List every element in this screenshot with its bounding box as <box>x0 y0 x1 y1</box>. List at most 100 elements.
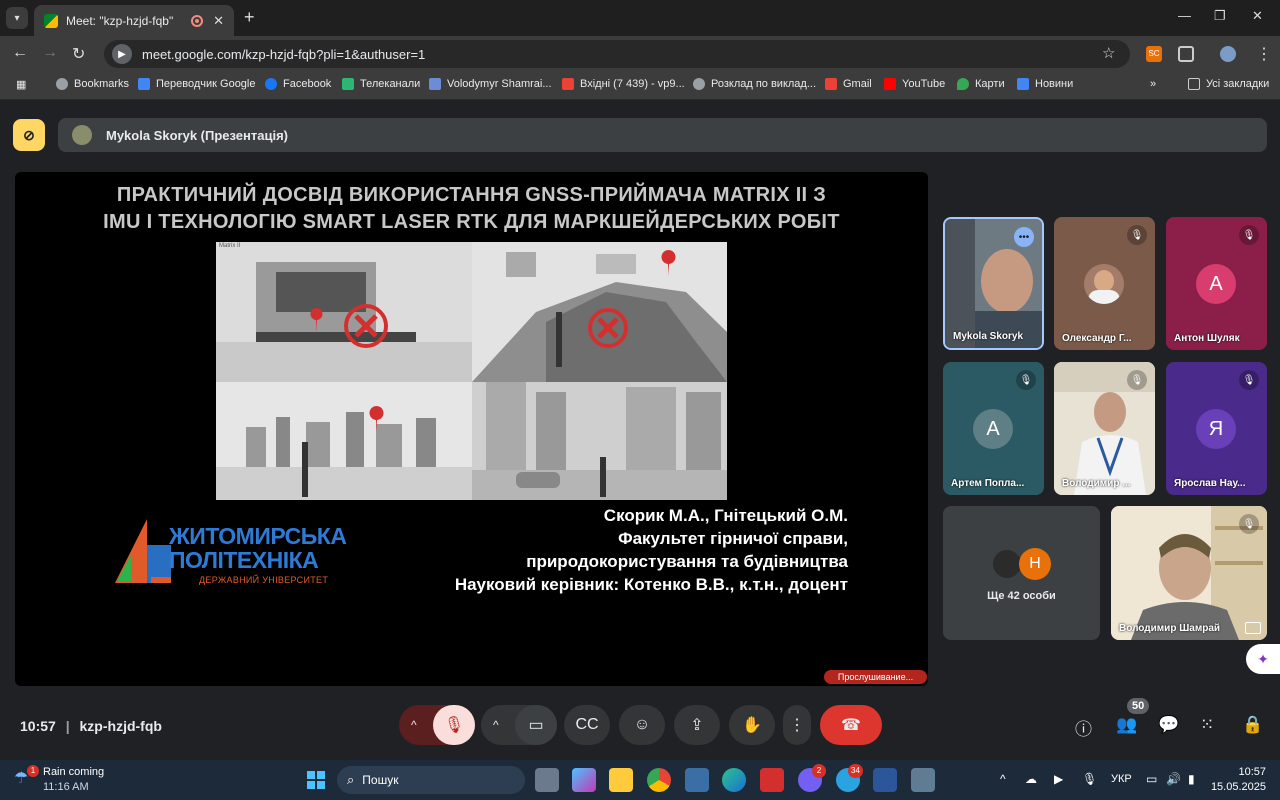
participant-tile[interactable]: 🎙 Володимир Шамрай <box>1111 506 1267 640</box>
participant-name: Володимир Шамрай <box>1119 623 1221 634</box>
activities-grid-icon[interactable]: ⁙ <box>1200 715 1214 735</box>
others-tile[interactable]: Н Ще 42 особи <box>943 506 1100 640</box>
store-icon[interactable] <box>685 768 709 792</box>
pip-icon[interactable] <box>1245 622 1261 634</box>
snipping-tool-icon[interactable] <box>911 768 935 792</box>
battery-icon[interactable]: ▮ <box>1188 772 1195 786</box>
camera-button[interactable]: ▭ <box>515 705 557 745</box>
back-button[interactable]: ← <box>12 44 28 62</box>
word-icon[interactable] <box>873 768 897 792</box>
tv-icon <box>342 78 354 90</box>
minimize-button[interactable]: — <box>1178 8 1191 23</box>
taskbar-date[interactable]: 15.05.2025 <box>1210 781 1266 793</box>
host-controls-lock-icon[interactable]: 🔒 <box>1242 715 1263 735</box>
taskbar-time[interactable]: 10:57 <box>1214 766 1266 778</box>
bookmark-item[interactable]: Вхідні (7 439) - vp9... <box>562 78 685 90</box>
windows-taskbar: ☂ 1 Rain coming 11:16 AM ⌕ Пошук 2 34 ^ … <box>0 760 1280 800</box>
participant-tile[interactable]: А 🎙 Артем Попла... <box>943 362 1044 495</box>
avatar: Я <box>1196 409 1236 449</box>
raise-hand-button[interactable]: ✋ <box>729 705 775 745</box>
bookmark-item[interactable]: Bookmarks <box>56 78 129 90</box>
taskbar-search[interactable]: ⌕ Пошук <box>337 766 525 794</box>
bookmark-item[interactable]: Facebook <box>265 78 331 90</box>
extensions-puzzle-icon[interactable] <box>1178 46 1194 62</box>
bookmark-item[interactable]: Переводчик Google <box>138 78 256 90</box>
profile-avatar[interactable] <box>1220 46 1236 62</box>
meet-tray-icon[interactable]: ▶ <box>1054 772 1063 786</box>
bookmark-item[interactable]: Телеканали <box>342 78 420 90</box>
all-bookmarks-item[interactable]: Усі закладки <box>1188 78 1269 90</box>
bookmark-item[interactable]: YouTube <box>884 78 945 90</box>
new-tab-button[interactable]: + <box>244 7 255 28</box>
mic-options-chevron-icon[interactable]: ^ <box>411 718 417 732</box>
presenter-bar: Mykola Skoryk (Презентація) <box>58 118 1267 152</box>
participant-tile[interactable]: Я 🎙 Ярослав Нау... <box>1166 362 1267 495</box>
tab-meet[interactable]: Meet: "kzp-hzjd-fqb" ✕ <box>34 5 234 36</box>
bookmark-item[interactable]: Новини <box>1017 78 1073 90</box>
volume-icon[interactable]: 🔊 <box>1166 772 1181 786</box>
slide-faculty-line2: природокористування та будівництва <box>526 552 848 571</box>
bookmark-item[interactable]: Volodymyr Shamrai... <box>429 78 552 90</box>
logo-line2: ПОЛІТЕХНІКА <box>169 547 319 573</box>
edge-icon[interactable] <box>722 768 746 792</box>
windows-start-icon[interactable] <box>304 768 328 792</box>
mic-off-icon: 🎙 <box>1127 370 1147 390</box>
search-icon: ⌕ <box>347 772 355 787</box>
copilot-icon[interactable] <box>572 768 596 792</box>
close-icon[interactable]: ✕ <box>213 13 224 29</box>
close-window-button[interactable]: ✕ <box>1252 8 1263 24</box>
bookmark-item[interactable]: Карти <box>957 78 1005 90</box>
task-view-icon[interactable] <box>535 768 559 792</box>
mic-off-button[interactable]: 🎙 <box>433 705 475 745</box>
more-bookmarks-chevron-icon[interactable]: » <box>1150 78 1156 90</box>
weather-badge: 1 <box>27 765 39 777</box>
network-icon[interactable]: ▭ <box>1146 772 1157 786</box>
address-bar[interactable]: ▶ meet.google.com/kzp-hzjd-fqb?pli=1&aut… <box>104 40 1130 68</box>
tab-title: Meet: "kzp-hzjd-fqb" <box>66 13 174 28</box>
meeting-code: kzp-hzjd-fqb <box>79 718 162 734</box>
forward-button[interactable]: → <box>42 44 58 62</box>
meet-favicon-icon <box>44 13 58 28</box>
bookmark-item[interactable]: Gmail <box>825 78 872 90</box>
present-button[interactable]: ⇪ <box>674 705 720 745</box>
participant-tile[interactable]: 🎙 Володимир ... <box>1054 362 1155 495</box>
tray-chevron-icon[interactable]: ^ <box>1000 772 1006 786</box>
listening-badge: Прослушивание... <box>824 670 927 684</box>
more-options-icon[interactable]: ••• <box>1014 227 1034 247</box>
participant-tile[interactable]: А 🎙 Антон Шуляк <box>1166 217 1267 350</box>
slide-authors: Скорик М.А., Гнітецький О.М. <box>603 506 848 525</box>
onedrive-icon[interactable]: ☁ <box>1025 772 1037 786</box>
presentation-off-icon[interactable]: ⊘ <box>13 119 45 151</box>
reload-button[interactable]: ↻ <box>72 44 85 64</box>
tab-search-button[interactable]: ▾ <box>6 7 28 29</box>
gemini-side-icon[interactable]: ✦ <box>1246 644 1280 674</box>
participant-tile[interactable]: 🎙 Олександр Г... <box>1054 217 1155 350</box>
chrome-icon[interactable] <box>647 768 671 792</box>
acrobat-icon[interactable] <box>760 768 784 792</box>
reactions-button[interactable]: ☺ <box>619 705 665 745</box>
meeting-details-icon[interactable]: ⓘ <box>1075 715 1092 740</box>
captions-button[interactable]: CC <box>564 705 610 745</box>
bookmark-star-icon[interactable]: ☆ <box>1102 44 1115 62</box>
extension-sc-icon[interactable]: SC <box>1146 46 1162 62</box>
menu-kebab-icon[interactable]: ⋮ <box>1256 44 1272 64</box>
bookmark-item[interactable]: Розклад по виклад... <box>693 78 816 90</box>
leave-call-button[interactable]: ☎ <box>820 705 882 745</box>
camera-options-chevron-icon[interactable]: ^ <box>493 718 499 732</box>
mic-off-icon: 🎙 <box>1127 225 1147 245</box>
avatar: А <box>1196 264 1236 304</box>
news-icon <box>1017 78 1029 90</box>
chat-icon[interactable]: 💬 <box>1158 715 1179 735</box>
people-icon[interactable]: 👥 <box>1116 715 1137 735</box>
language-indicator[interactable]: УКР <box>1111 773 1132 785</box>
slide-supervisor: Науковий керівник: Котенко В.В., к.т.н.,… <box>454 575 848 594</box>
participant-tile[interactable]: ••• Mykola Skoryk <box>943 217 1044 350</box>
more-options-button[interactable]: ⋮ <box>783 705 811 745</box>
site-info-icon[interactable]: ▶ <box>112 44 132 64</box>
maximize-button[interactable]: ❐ <box>1214 8 1226 24</box>
file-explorer-icon[interactable] <box>609 768 633 792</box>
microphone-icon[interactable]: 🎙 <box>1082 772 1097 786</box>
weather-title[interactable]: Rain coming <box>43 766 104 778</box>
apps-grid-icon[interactable]: ▦ <box>16 78 26 91</box>
participant-name: Артем Попла... <box>951 478 1025 489</box>
